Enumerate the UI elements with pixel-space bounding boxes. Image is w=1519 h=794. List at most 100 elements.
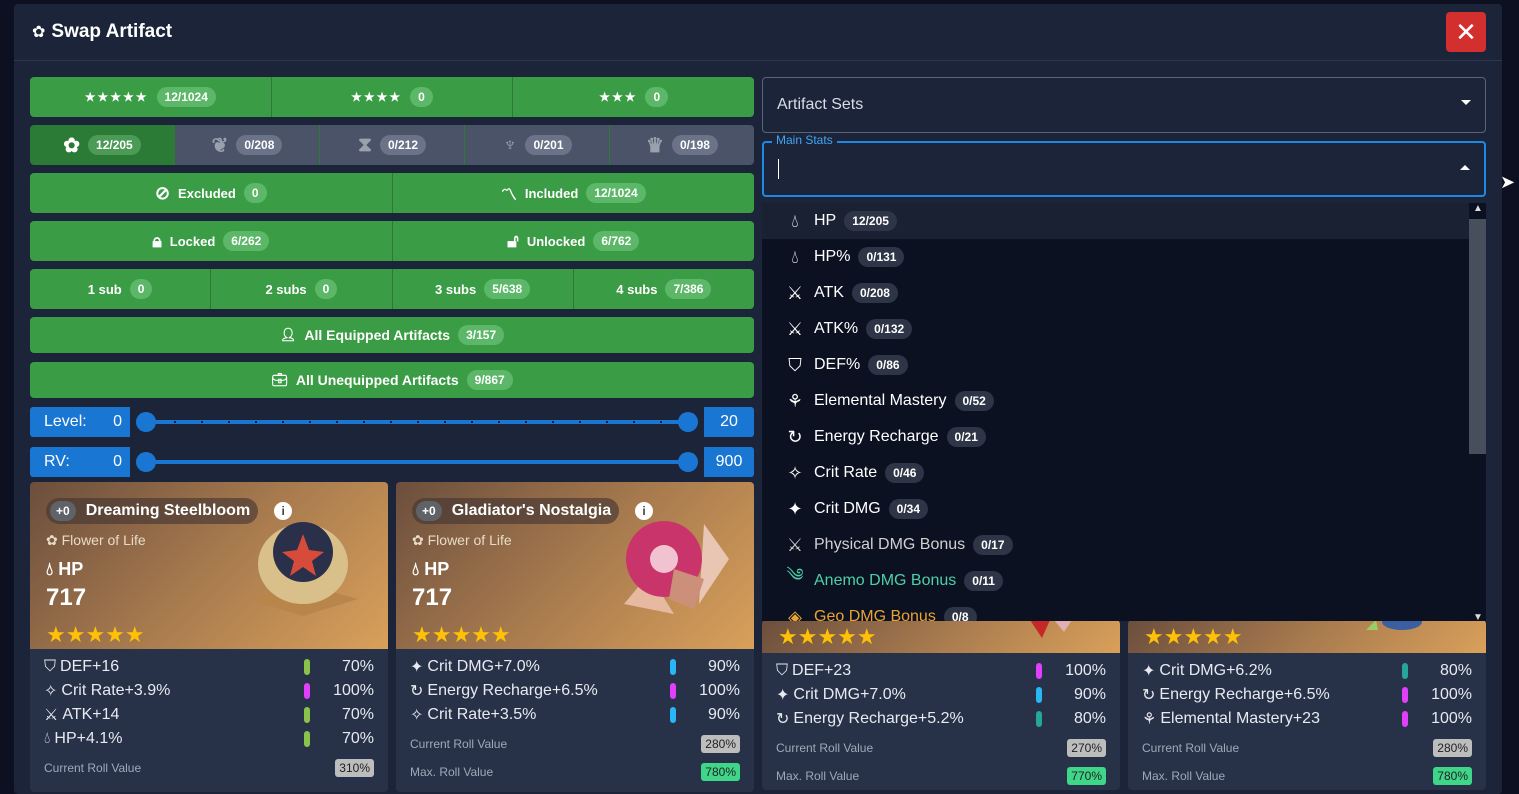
slot-name: Flower of Life bbox=[427, 532, 512, 548]
excluded-toggle[interactable]: ⊘ Excluded 0 bbox=[30, 173, 393, 213]
crit-dmg-icon: ✦ bbox=[410, 659, 424, 676]
rv-max-value: 900 bbox=[704, 447, 754, 477]
option-crit-dmg[interactable]: ✦ Crit DMG 0/34 bbox=[762, 491, 1486, 527]
option-geo-dmg[interactable]: ◈ Geo DMG Bonus 0/8 bbox=[762, 599, 1486, 621]
substat-row: ⚔ ATK+14 70% bbox=[44, 706, 374, 724]
artifact-image bbox=[248, 522, 358, 616]
level-min-handle[interactable] bbox=[136, 412, 156, 432]
option-energy-recharge[interactable]: ↻ Energy Recharge 0/21 bbox=[762, 419, 1486, 455]
artifact-card[interactable]: +0 Dreaming Steelbloom i ✿ Flower of Life… bbox=[30, 482, 388, 792]
rv-max-handle[interactable] bbox=[678, 452, 698, 472]
max-roll-value: Max. Roll Value 770% bbox=[776, 765, 1106, 787]
plume-icon: ❦ bbox=[211, 134, 229, 157]
rv-label: RV: bbox=[44, 453, 70, 470]
slot-goblet-toggle[interactable]: ♆ 0/201 bbox=[465, 125, 610, 165]
rarity-4-toggle[interactable]: ★★★★ 0 bbox=[271, 77, 514, 117]
rarity-stars: ★★★★★ bbox=[412, 622, 511, 647]
exclusion-filter-group: ⊘ Excluded 0 〽 Included 12/1024 bbox=[30, 173, 754, 213]
max-roll-value: Max. Roll Value 780% bbox=[1142, 765, 1472, 787]
rv-min-handle[interactable] bbox=[136, 452, 156, 472]
modal-title: Swap Artifact bbox=[51, 21, 173, 42]
flower-icon: ✿ bbox=[32, 24, 46, 41]
current-roll-value: Current Roll Value 280% bbox=[1142, 737, 1472, 759]
two-subs-toggle[interactable]: 2 subs 0 bbox=[211, 269, 393, 309]
slot-sands-toggle[interactable]: ⧗ 0/212 bbox=[320, 125, 465, 165]
rv-min-value: 0 bbox=[113, 453, 122, 470]
lock-filter-group: 🔒︎ Locked 6/262 🔓︎ Unlocked 6/762 bbox=[30, 221, 754, 261]
substat-row: ⛉ DEF+16 70% bbox=[44, 658, 374, 675]
hp-icon: 💧︎ bbox=[791, 246, 799, 267]
geo-icon: ◈ bbox=[788, 606, 802, 622]
artifact-card[interactable]: +0 Gladiator's Nostalgia i ✿ Flower of Li… bbox=[396, 482, 754, 792]
option-hp[interactable]: 💧︎ HP 12/205 bbox=[762, 203, 1486, 239]
artifact-sets-select[interactable]: Artifact Sets bbox=[762, 77, 1486, 133]
substat-row: ✦ Crit DMG+6.2% 80% bbox=[1142, 662, 1472, 680]
artifact-card[interactable]: ★★★★★ ⛉ DEF+23 100% ✦ Crit DMG+7.0% 90% ↻ Ene… bbox=[762, 620, 1120, 790]
substat-count-filter-group: 1 sub 0 2 subs 0 3 subs 5/638 4 subs 7/386 bbox=[30, 269, 754, 309]
option-atk[interactable]: ⚔ ATK 0/208 bbox=[762, 275, 1486, 311]
main-stat: HP bbox=[58, 559, 84, 579]
slot-circlet-toggle[interactable]: ♛ 0/198 bbox=[610, 125, 754, 165]
atk-icon: ⚔ bbox=[786, 318, 804, 339]
artifact-image bbox=[1030, 620, 1072, 638]
level-track[interactable] bbox=[130, 407, 704, 437]
level-max-handle[interactable] bbox=[678, 412, 698, 432]
crit-dmg-icon: ✦ bbox=[787, 498, 803, 519]
atk-icon: ⚔ bbox=[786, 282, 804, 303]
anemo-icon: ༄ bbox=[786, 565, 804, 585]
trending-icon: 〽 bbox=[500, 187, 517, 204]
physical-icon: ⚔ bbox=[786, 534, 804, 555]
scroll-down-icon[interactable]: ▼ bbox=[1473, 612, 1483, 621]
three-subs-toggle[interactable]: 3 subs 5/638 bbox=[392, 269, 574, 309]
level-max-value: 20 bbox=[704, 407, 754, 437]
substat-row: ✦ Crit DMG+7.0% 90% bbox=[776, 686, 1106, 704]
option-atk-percent[interactable]: ⚔ ATK% 0/132 bbox=[762, 311, 1486, 347]
scroll-up-icon[interactable]: ▲ bbox=[1473, 203, 1483, 214]
slot-plume-toggle[interactable]: ❦ 0/208 bbox=[175, 125, 320, 165]
block-icon: ⊘ bbox=[154, 182, 171, 203]
all-equipped-button[interactable]: 👤︎ All Equipped Artifacts 3/157 bbox=[30, 317, 754, 353]
unlocked-toggle[interactable]: 🔓︎ Unlocked 6/762 bbox=[392, 221, 754, 261]
artifact-image bbox=[624, 521, 729, 614]
slot-flower-toggle[interactable]: ✿ 12/205 bbox=[30, 125, 175, 165]
option-physical-dmg[interactable]: ⚔ Physical DMG Bonus 0/17 bbox=[762, 527, 1486, 563]
substat-row: ↻ Energy Recharge+5.2% 80% bbox=[776, 710, 1106, 728]
scrollbar-thumb[interactable] bbox=[1469, 219, 1486, 454]
substat-row: ⚘ Elemental Mastery+23 100% bbox=[1142, 710, 1472, 728]
def-icon: ⛉ bbox=[776, 662, 789, 679]
crit-dmg-icon: ✦ bbox=[1142, 663, 1156, 680]
substat-row: ↻ Energy Recharge+6.5% 100% bbox=[410, 682, 740, 700]
artifact-card[interactable]: ★★★★★ ✦ Crit DMG+6.2% 80% ↻ Energy Recharge… bbox=[1128, 620, 1486, 790]
one-sub-toggle[interactable]: 1 sub 0 bbox=[30, 269, 212, 309]
flower-icon: ✿ bbox=[46, 532, 58, 548]
rarity-stars: ★★★★★ bbox=[1144, 624, 1243, 649]
main-stats-select[interactable] bbox=[762, 141, 1486, 197]
substat-row: ✦ Crit DMG+7.0% 90% bbox=[410, 658, 740, 676]
er-icon: ↻ bbox=[787, 426, 803, 447]
rarity-3-toggle[interactable]: ★★★ 0 bbox=[513, 77, 754, 117]
option-crit-rate[interactable]: ✧ Crit Rate 0/46 bbox=[762, 455, 1486, 491]
option-def-percent[interactable]: ⛉ DEF% 0/86 bbox=[762, 347, 1486, 383]
slot-filter-group: ✿ 12/205 ❦ 0/208 ⧗ 0/212 ♆ 0/201 ♛ 0/198 bbox=[30, 125, 754, 165]
four-subs-toggle[interactable]: 4 subs 7/386 bbox=[573, 269, 754, 309]
included-toggle[interactable]: 〽 Included 12/1024 bbox=[392, 173, 754, 213]
rarity-5-toggle[interactable]: ★★★★★ 12/1024 bbox=[30, 77, 272, 117]
substat-row: ⛉ DEF+23 100% bbox=[776, 662, 1106, 679]
level-badge: +0 bbox=[50, 501, 76, 521]
all-unequipped-button[interactable]: 💼︎ All Unequipped Artifacts 9/867 bbox=[30, 362, 754, 398]
user-search-icon: 👤︎ bbox=[279, 327, 297, 342]
rv-track[interactable] bbox=[130, 447, 704, 477]
option-elemental-mastery[interactable]: ⚘ Elemental Mastery 0/52 bbox=[762, 383, 1486, 419]
option-anemo-dmg[interactable]: ༄ Anemo DMG Bonus 0/11 bbox=[762, 563, 1486, 599]
dropdown-scrollbar[interactable]: ▲ ▼ bbox=[1469, 203, 1486, 621]
level-slider: Level: 0 20 bbox=[30, 407, 754, 437]
main-stat: HP bbox=[424, 559, 450, 579]
crit-dmg-icon: ✦ bbox=[776, 687, 790, 704]
modal-titlebar: ✿ Swap Artifact bbox=[14, 4, 1502, 61]
crit-rate-icon: ✧ bbox=[787, 462, 803, 483]
close-button[interactable]: ✕ bbox=[1446, 12, 1486, 52]
atk-icon: ⚔ bbox=[44, 707, 59, 724]
option-hp-percent[interactable]: 💧︎ HP% 0/131 bbox=[762, 239, 1486, 275]
level-min-value: 0 bbox=[113, 413, 122, 430]
locked-toggle[interactable]: 🔒︎ Locked 6/262 bbox=[30, 221, 393, 261]
